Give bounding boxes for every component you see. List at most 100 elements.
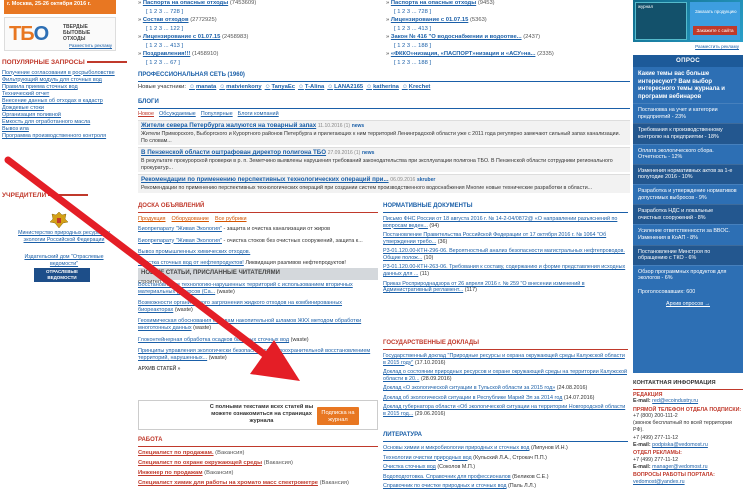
- forum-topic-pages[interactable]: [ 1 2 3 ... 728 ]: [138, 8, 378, 16]
- forum-topic-link[interactable]: Лицензирование с 01.07.15: [391, 17, 468, 23]
- tbo-logo-o: О: [33, 23, 50, 45]
- popular-query-link[interactable]: Организация поливной: [2, 112, 120, 119]
- network-user-link[interactable]: katherina: [366, 84, 399, 90]
- popular-query-link[interactable]: Технический отчет: [2, 91, 120, 98]
- article-item-link[interactable]: Возможности органического загрязнения жи…: [138, 300, 342, 313]
- document-item-link[interactable]: Р3-01.120.00-КТН-296-06. Вероятностный а…: [383, 248, 625, 261]
- blog-post-tag[interactable]: news: [352, 123, 365, 129]
- poll-option[interactable]: Обзор программных продуктов для экологов…: [633, 264, 743, 285]
- forum-topic-link[interactable]: Лицензирование с 01.07.15: [143, 34, 220, 40]
- literature-item-link[interactable]: Очистка сточных вод: [383, 464, 436, 470]
- popular-query-link[interactable]: Емкость для отработанного масла: [2, 119, 120, 126]
- forum-topic-link[interactable]: Поздравления!!!: [143, 51, 191, 57]
- classified-item-link[interactable]: Биопрепарату "Живая Экология": [138, 226, 222, 232]
- blog-tab[interactable]: Новое: [138, 111, 154, 117]
- forum-topic-pages[interactable]: [ 1 2 3 ... 188 ]: [386, 59, 626, 67]
- subscribe-button[interactable]: Подписка на журнал: [317, 407, 359, 425]
- network-user-link[interactable]: manata: [189, 84, 216, 90]
- poll-option[interactable]: Изменения нормативных актов за 1-е полуг…: [633, 163, 743, 184]
- blog-post-title[interactable]: Жители севера Петербурга жалуются на тов…: [141, 122, 316, 129]
- editorial-email-link[interactable]: red@ecoindustry.ru: [652, 398, 698, 404]
- popular-query-link[interactable]: Внесение данных об отходах в кадастр: [2, 98, 120, 105]
- classifieds-tab[interactable]: Продукция: [138, 216, 166, 222]
- forum-topic-pages[interactable]: [ 1 2 3 ... 67 ]: [138, 59, 378, 67]
- article-item-link[interactable]: Принципы управления экологически безопас…: [138, 348, 370, 361]
- poll-option[interactable]: Постановление Минстроя по обращению с ТК…: [633, 244, 743, 265]
- network-user-link[interactable]: LANA2165: [327, 84, 363, 90]
- subscription-email-link[interactable]: podpiska@vedomost.ru: [652, 442, 708, 448]
- poll-option[interactable]: Усиление ответственности за ВВОС. Измене…: [633, 224, 743, 244]
- article-item-link[interactable]: Восстановление технологию-нарушенных тер…: [138, 282, 353, 295]
- poll-option[interactable]: Оплата экологического сбора. Отчетность …: [633, 143, 743, 164]
- place-ad-link-left[interactable]: Разместить рекламу: [69, 43, 112, 49]
- place-ad-link-right[interactable]: Разместить рекламу: [695, 44, 739, 50]
- founder-ministry-link[interactable]: Министерство природных ресурсов и эколог…: [14, 230, 114, 243]
- popular-query-link[interactable]: Программа производственного контроля: [2, 133, 120, 140]
- classified-item-link[interactable]: Биопрепарату "Живая Экология": [138, 238, 222, 244]
- blog-tab[interactable]: Обсуждаемые: [159, 111, 196, 117]
- poll-option[interactable]: Требования к производственному контролю …: [633, 123, 743, 144]
- report-item-link[interactable]: Доклад «О экологической ситуации в Тульс…: [383, 385, 555, 391]
- popular-query-link[interactable]: Фильтрующий модуль для сточных вод: [2, 77, 120, 84]
- blog-post-title[interactable]: Рекомендации по применению перспективных…: [141, 176, 389, 183]
- network-user-link[interactable]: Krechet: [402, 84, 431, 90]
- order-badge[interactable]: Закажите с сайта: [693, 26, 737, 35]
- network-user-link[interactable]: TanyaEc: [265, 84, 295, 90]
- document-item-link[interactable]: Постановление Правительства Российской Ф…: [383, 232, 606, 245]
- forum-topic-pages[interactable]: [ 1 2 3 ... 188 ]: [386, 42, 626, 50]
- forum-topic-pages[interactable]: [ 1 2 3 ... 728 ]: [386, 8, 626, 16]
- reader-articles-title: НОВЫЕ СТАТЬИ, ПРИСЛАННЫЕ ЧИТАТЕЛЯМИ: [138, 268, 378, 280]
- document-item: Письмо ФНС России от 18 августа 2016 г. …: [383, 216, 628, 229]
- otraslevye-vedomosti-logo[interactable]: ОТРАСЛЕВЫЕ ВЕДОМОСТИ: [34, 268, 90, 282]
- articles-archive-link[interactable]: АРХИВ СТАТЕЙ »: [138, 366, 378, 373]
- popular-query-link[interactable]: Правила приема сточных вод: [2, 84, 120, 91]
- forum-topic-link[interactable]: Состав отходов: [143, 17, 189, 23]
- poll-option[interactable]: Разработка НДС и локальные очистных соор…: [633, 204, 743, 225]
- founder-publishing-house-link[interactable]: Издательский дом "Отраслевые ведомости": [14, 254, 114, 267]
- popular-query-link[interactable]: Дождевые стоки: [2, 105, 120, 112]
- forum-topic-pages[interactable]: [ 1 2 3 ... 413 ]: [138, 42, 378, 50]
- literature-item-link[interactable]: Основы химии и микробиологии природных и…: [383, 445, 529, 451]
- network-user-link[interactable]: matvienkony: [219, 84, 261, 90]
- forum-topic-link[interactable]: Закон № 416 "О водоснабжении и водоотве.…: [391, 34, 522, 40]
- classified-item-link[interactable]: Очистка сточных вод от нефтепродуктов!: [138, 260, 244, 266]
- poll-option[interactable]: Разработка и утверждение нормативов допу…: [633, 183, 743, 204]
- blog-post-tag[interactable]: skruber: [417, 177, 435, 183]
- forum-topic-link[interactable]: Паспорта на опасные отходы: [391, 0, 476, 6]
- forum-topic-pages[interactable]: [ 1 2 3 ... 122 ]: [138, 25, 378, 33]
- tbo-banner[interactable]: ТБО ТВЕРДЫЕ БЫТОВЫЕ ОТХОДЫ Разместить ре…: [4, 17, 116, 51]
- literature-item-link[interactable]: Водоподготовка. Справочник для профессио…: [383, 474, 511, 480]
- literature-item-link[interactable]: Технологии очистки природных вод: [383, 455, 472, 461]
- job-item-link[interactable]: Специалист по продажам.: [138, 450, 214, 456]
- popular-query-link[interactable]: Получение согласования в росрыболовстве: [2, 70, 120, 77]
- blog-tab[interactable]: Популярные: [201, 111, 233, 117]
- job-item-link[interactable]: Специалист химик для работы на хромато м…: [138, 480, 318, 486]
- article-item-link[interactable]: Геохимическая обоснования основам накопи…: [138, 318, 361, 331]
- network-user-link[interactable]: T-Alina: [298, 84, 324, 90]
- literature-item-link[interactable]: Справочник по очистке природных и сточны…: [383, 483, 507, 489]
- document-item-link[interactable]: Письмо ФНС России от 18 августа 2016 г. …: [383, 216, 617, 229]
- blog-tab[interactable]: Блоги компаний: [238, 111, 279, 117]
- job-item-link[interactable]: Инженер по продажам: [138, 470, 203, 476]
- job-item-link[interactable]: Специалист по охране окружающей среды: [138, 460, 262, 466]
- article-item: Глоконтейнерная обработка осадков бытовы…: [138, 337, 378, 344]
- classified-item-link[interactable]: Вывоз промышленных химических отходов.: [138, 249, 250, 255]
- forum-topic-link[interactable]: Паспорта на опасные отходы: [143, 0, 228, 6]
- blog-post-title[interactable]: В Пензенской области оштрафован директор…: [141, 149, 326, 156]
- russian-emblem-icon[interactable]: [48, 210, 70, 230]
- portal-email-link[interactable]: vedomost@yandex.ru: [633, 479, 743, 486]
- poll-option[interactable]: Постановка на учет и категории предприят…: [633, 103, 743, 123]
- forum-topic-link[interactable]: «ФККО»низация, «ПАСПОРТ»низация и «АСУ»н…: [391, 51, 536, 57]
- poll-archive-link[interactable]: Архив опросов →: [666, 301, 710, 307]
- classifieds-tab[interactable]: Все рубрики: [215, 216, 247, 222]
- blog-post-tag[interactable]: news: [362, 150, 375, 156]
- event-banner[interactable]: г. Москва, 25-26 октября 2016 г.: [4, 0, 116, 14]
- article-item-link[interactable]: Глоконтейнерная обработка осадков бытовы…: [138, 337, 289, 343]
- ad-email-link[interactable]: manager@vedomost.ru: [652, 464, 707, 470]
- magazine-banner[interactable]: журнал Заказать продукцию Закажите с сай…: [633, 0, 743, 42]
- classifieds-tab[interactable]: Оборудование: [172, 216, 209, 222]
- popular-query-link[interactable]: Вывоз ила: [2, 126, 120, 133]
- document-item-link[interactable]: Приказ Росприроднадзора от 26 апреля 201…: [383, 281, 585, 294]
- report-item-link[interactable]: Доклад об экологической ситуации в Респу…: [383, 395, 562, 401]
- forum-topic-pages[interactable]: [ 1 2 3 ... 413 ]: [386, 25, 626, 33]
